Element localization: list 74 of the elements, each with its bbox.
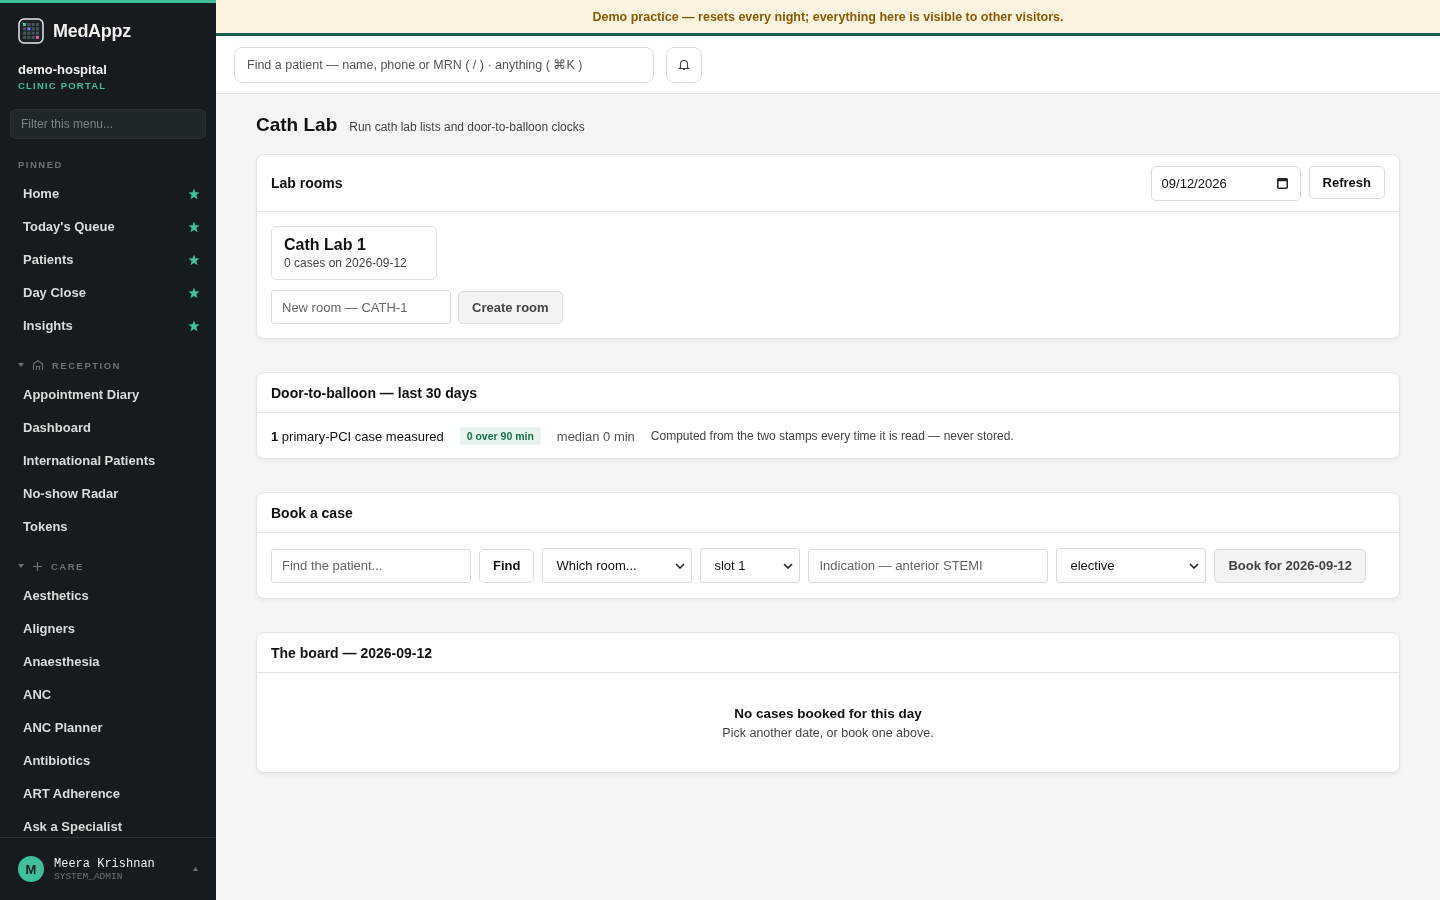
section-label: RECEPTION <box>52 359 121 371</box>
nav-item[interactable]: Antibiotics <box>10 744 206 777</box>
nav-item[interactable]: Home <box>10 177 206 210</box>
new-room-field[interactable]: New room — CATH-1 <box>271 290 451 324</box>
find-button[interactable]: Find <box>479 548 535 583</box>
empty-text: Pick another date, or book one above. <box>722 726 934 740</box>
star-icon[interactable] <box>188 220 200 233</box>
calendar-icon <box>1276 177 1288 189</box>
nav-item[interactable]: Insights <box>10 309 206 342</box>
star-icon[interactable] <box>188 319 200 332</box>
card-title: Door-to-balloon — last 30 days <box>271 384 478 401</box>
nav-item[interactable]: International Patients <box>10 444 206 477</box>
nav-item[interactable]: Tokens <box>10 510 206 543</box>
median-time: median 0 min <box>556 428 635 444</box>
create-room-button[interactable]: Create room <box>458 290 563 324</box>
chevron-icon <box>1189 562 1200 569</box>
room-card[interactable]: Cath Lab 1 0 cases on 2026-09-12 <box>271 226 437 280</box>
nav-item[interactable]: ART Adherence <box>10 777 206 810</box>
star-icon[interactable] <box>188 187 200 200</box>
avatar: M <box>18 856 44 882</box>
star-icon[interactable] <box>188 253 200 266</box>
date-field[interactable]: 09/12/2026 <box>1150 165 1301 201</box>
search-field[interactable]: Find a patient — name, phone or MRN ( / ) · anything ( ⌘K ) <box>234 46 654 83</box>
nav-item[interactable]: Ask a Specialist <box>10 810 206 837</box>
empty-title: No cases booked for this day <box>734 706 922 721</box>
slot-select[interactable]: slot 1 <box>700 548 801 583</box>
book-button[interactable]: Book for 2026-09-12 <box>1214 548 1366 583</box>
notifications-button[interactable] <box>666 46 702 83</box>
caret-icon[interactable] <box>193 867 198 871</box>
nav-item[interactable]: Patients <box>10 243 206 276</box>
room-name: Cath Lab 1 <box>284 236 367 254</box>
nav-item[interactable]: Aligners <box>10 612 206 645</box>
section-label: CARE <box>51 560 84 572</box>
plus-icon <box>32 560 43 572</box>
indication-field[interactable]: Indication — anterior STEMI <box>808 548 1049 583</box>
over-90-badge: 0 over 90 min <box>459 427 541 445</box>
chevron-icon <box>675 562 686 569</box>
caret-icon[interactable] <box>18 362 24 368</box>
filter-field[interactable]: Filter this menu... <box>10 109 206 139</box>
room-cases: 0 cases on 2026-09-12 <box>284 256 408 270</box>
section-label: PINNED <box>18 158 63 170</box>
computed-note: Computed from the two stamps every time it is read — never stored. <box>650 429 1014 443</box>
home-icon <box>32 359 44 371</box>
logo-icon <box>18 18 44 44</box>
page-subtitle: Run cath lab lists and door-to-balloon clocks <box>349 120 585 134</box>
nav-item[interactable]: ANC <box>10 678 206 711</box>
card-title: Book a case <box>271 504 353 521</box>
card-title: Lab rooms <box>271 175 343 191</box>
bell-icon <box>678 58 690 71</box>
org-name: demo-hospital <box>17 61 108 77</box>
caret-icon[interactable] <box>18 563 24 569</box>
nav-item[interactable]: Today's Queue <box>10 210 206 243</box>
user-panel[interactable]: M Meera Krishnan SYSTEM_ADMIN <box>0 837 216 900</box>
nav-item[interactable]: Anaesthesia <box>10 645 206 678</box>
nav-item[interactable]: No-show Radar <box>10 477 206 510</box>
room-select[interactable]: Which room... <box>542 548 693 583</box>
chevron-icon <box>783 562 794 569</box>
nav-item[interactable]: Aesthetics <box>10 579 206 612</box>
star-icon[interactable] <box>188 286 200 299</box>
card-title: The board — 2026-09-12 <box>271 644 433 661</box>
nav-item[interactable]: Appointment Diary <box>10 378 206 411</box>
nav-item[interactable]: Day Close <box>10 276 206 309</box>
user-name: Meera Krishnan <box>54 856 156 871</box>
portal-label: CLINIC PORTAL <box>17 79 108 91</box>
nav-item[interactable]: ANC Planner <box>10 711 206 744</box>
priority-select[interactable]: elective <box>1056 548 1207 583</box>
page-title: Cath Lab <box>256 114 338 136</box>
cases-measured: 1 primary-PCI case measured <box>271 428 444 444</box>
user-role: SYSTEM_ADMIN <box>54 870 124 882</box>
banner-text: Demo practice — resets every night; everything here is visible to other visitors. <box>592 9 1064 24</box>
brand-name: MedAppz <box>53 20 131 42</box>
patient-search-field[interactable]: Find the patient... <box>271 548 471 583</box>
nav-item[interactable]: Dashboard <box>10 411 206 444</box>
refresh-button[interactable]: Refresh <box>1308 165 1385 199</box>
